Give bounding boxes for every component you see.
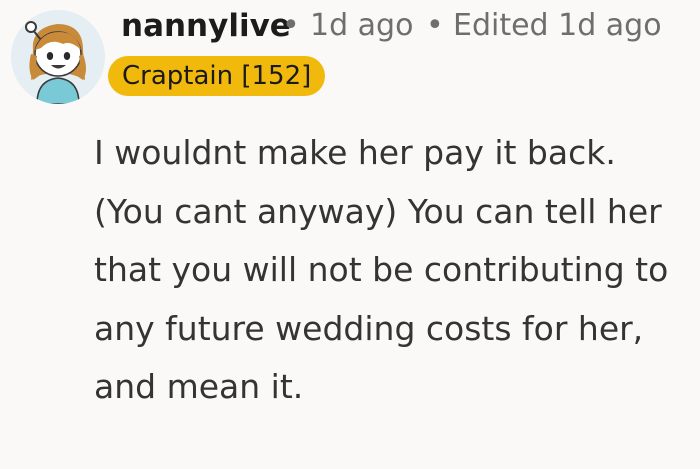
meta-separator: •	[426, 8, 444, 43]
posted-time[interactable]: 1d ago	[310, 4, 413, 48]
user-flair-badge: Craptain [152]	[108, 56, 326, 96]
meta-separator: •	[282, 8, 300, 43]
author-username[interactable]: nannylive	[121, 4, 291, 48]
avatar[interactable]	[11, 10, 105, 104]
cartoon-girl-avatar-icon	[25, 21, 86, 104]
comment-body: I wouldnt make her pay it back. (You can…	[94, 133, 669, 406]
edited-label: Edited 1d ago	[453, 8, 662, 43]
comment-card: nannylive • 1d ago • Edited 1d ago Crapt…	[0, 0, 700, 469]
